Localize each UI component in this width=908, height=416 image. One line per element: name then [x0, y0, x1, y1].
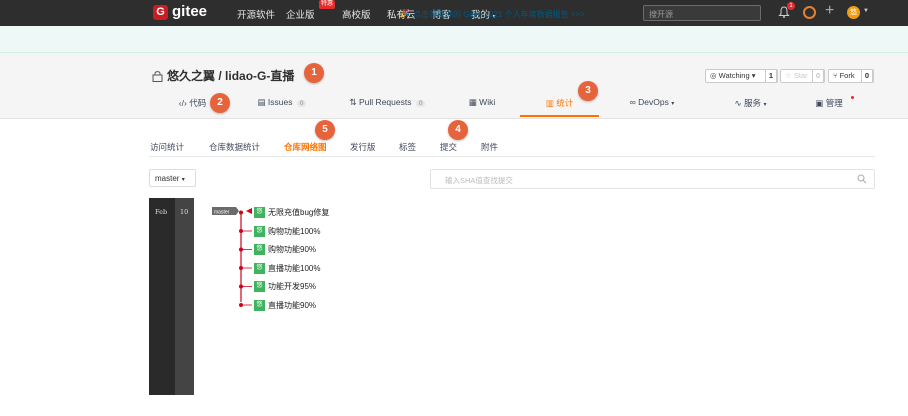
commit-dot	[239, 210, 243, 215]
subnav-network-graph[interactable]: 仓库网络图	[284, 141, 327, 153]
global-search-input[interactable]: 搜开源	[643, 5, 761, 21]
commit-author-avatar[interactable]: 悠	[254, 262, 265, 274]
issues-icon: ▤	[257, 97, 266, 107]
wiki-icon: ▦	[468, 97, 477, 107]
eye-icon: ◎	[710, 71, 717, 80]
nav-university[interactable]: 高校版	[342, 7, 371, 21]
notification-count-badge: 1	[787, 2, 795, 10]
tab-label: Wiki	[479, 97, 496, 107]
tab-label: 代码	[189, 98, 207, 108]
branch-select-value: master	[155, 174, 180, 183]
commit-message[interactable]: 直播功能100%	[268, 263, 320, 274]
subnav-attachments[interactable]: 附件	[481, 141, 498, 153]
commit-author-avatar[interactable]: 悠	[254, 299, 265, 311]
commit-message[interactable]: 功能开发95%	[268, 281, 316, 292]
subnav-divider	[149, 156, 875, 157]
gitee-logo-icon[interactable]: G	[153, 5, 168, 20]
chevron-down-icon: ▾	[751, 71, 756, 80]
chevron-down-icon: ▾	[671, 101, 675, 107]
commit-message[interactable]: 购物功能100%	[268, 226, 320, 237]
subnav-releases[interactable]: 发行版	[350, 141, 376, 153]
commit-author-avatar[interactable]: 悠	[254, 225, 265, 237]
graph-day-column	[175, 198, 194, 395]
fork-button[interactable]: ⑂ Fork 0	[828, 69, 874, 83]
commit-message[interactable]: 购物功能90%	[268, 244, 316, 255]
star-count: 0	[811, 69, 824, 83]
annotation-marker-4: 4	[448, 120, 468, 140]
subnav-repo-stats[interactable]: 仓库数据统计	[209, 141, 260, 153]
fork-count: 0	[860, 69, 873, 83]
annotation-marker-1: 1	[304, 63, 324, 83]
enterprise-promo-badge: 特惠	[319, 0, 336, 9]
tab-label: 服务	[744, 98, 762, 108]
tab-services[interactable]: ∿ 服务 ▾	[728, 97, 773, 117]
chevron-down-icon: ▾	[763, 102, 767, 108]
star-label: Star	[793, 71, 808, 80]
branch-arrow-icon	[246, 208, 252, 214]
annotation-marker-3: 3	[578, 81, 598, 101]
tab-label: Pull Requests	[359, 97, 412, 107]
tab-devops[interactable]: ∞ DevOps ▾	[622, 97, 682, 117]
user-avatar[interactable]: 悠	[847, 6, 860, 19]
graph-month-column	[149, 198, 175, 395]
subnav-visit-stats[interactable]: 访问统计	[150, 141, 184, 153]
nav-enterprise[interactable]: 企业版	[286, 7, 315, 21]
subnav-commits[interactable]: 提交	[440, 141, 457, 153]
annotation-marker-2: 2	[210, 93, 230, 113]
repo-name-link[interactable]: lidao-G-直播	[225, 69, 294, 83]
manage-icon: ▣	[815, 98, 824, 108]
annotation-marker-5: 5	[315, 120, 335, 140]
sha-search-input[interactable]: 输入SHA值查找提交	[430, 169, 875, 189]
issues-count-badge: 0	[296, 100, 307, 107]
commit-message[interactable]: 无限充值bug修复	[268, 207, 329, 218]
tab-pull-requests[interactable]: ⇅ Pull Requests 0	[345, 97, 430, 117]
tab-code[interactable]: ‹/› 代码	[170, 97, 215, 117]
commit-message[interactable]: 直播功能90%	[268, 300, 316, 311]
repo-title: 悠久之翼 / lidao-G-直播	[167, 67, 294, 84]
party-icon: 🎉	[400, 9, 410, 18]
chart-icon: ▥	[545, 98, 554, 108]
repo-path-separator: /	[215, 69, 226, 83]
tab-label: Issues	[267, 97, 293, 107]
branch-label-text: master	[214, 210, 230, 216]
announcement-bar	[0, 26, 908, 53]
commit-author-avatar[interactable]: 悠	[254, 244, 265, 255]
tab-issues[interactable]: ▤ Issues 0	[252, 97, 312, 117]
code-icon: ‹/›	[178, 98, 187, 108]
pull-request-icon: ⇅	[349, 97, 357, 107]
fork-label: Fork	[839, 71, 855, 80]
announcement-link[interactable]: 点击领取你的 Gitee 2021 个人年度数据报告 >>>	[413, 9, 585, 20]
subnav-tags[interactable]: 标签	[399, 141, 416, 153]
pulse-icon: ∿	[734, 98, 742, 108]
commit-author-avatar[interactable]: 悠	[254, 207, 265, 218]
graph-month-label: Feb	[155, 208, 168, 216]
watching-button[interactable]: ◎ Watching ▾ 1	[705, 69, 778, 83]
repo-owner-link[interactable]: 悠久之翼	[167, 69, 215, 83]
tab-label: 管理	[825, 98, 843, 108]
watching-count: 1	[764, 69, 777, 83]
star-icon: ☆	[785, 71, 792, 80]
lock-icon	[152, 71, 163, 82]
tab-manage[interactable]: ▣ 管理	[808, 97, 850, 117]
plus-icon[interactable]: +	[825, 2, 834, 20]
tab-label: DevOps	[638, 97, 669, 107]
fork-icon: ⑂	[833, 71, 838, 80]
pull-requests-count-badge: 0	[415, 100, 426, 107]
graph-day-label: 10	[180, 208, 189, 216]
watching-label: Watching	[718, 71, 750, 80]
ring-icon[interactable]	[803, 6, 816, 19]
chevron-down-icon[interactable]: ▼	[863, 8, 869, 14]
infinity-icon: ∞	[629, 97, 636, 107]
nav-open-source[interactable]: 开源软件	[237, 7, 275, 21]
gitee-logo-text[interactable]: gitee	[172, 3, 207, 20]
commit-author-avatar[interactable]: 悠	[254, 281, 265, 292]
tab-wiki[interactable]: ▦ Wiki	[462, 97, 502, 117]
chevron-down-icon: ▾	[181, 177, 185, 183]
manage-notification-dot	[851, 96, 854, 99]
search-icon[interactable]	[857, 174, 867, 184]
branch-select[interactable]: master ▾	[149, 169, 196, 187]
commit-graph: master	[212, 207, 252, 307]
tab-label: 统计	[556, 98, 574, 108]
star-button[interactable]: ☆ Star 0	[780, 69, 825, 83]
